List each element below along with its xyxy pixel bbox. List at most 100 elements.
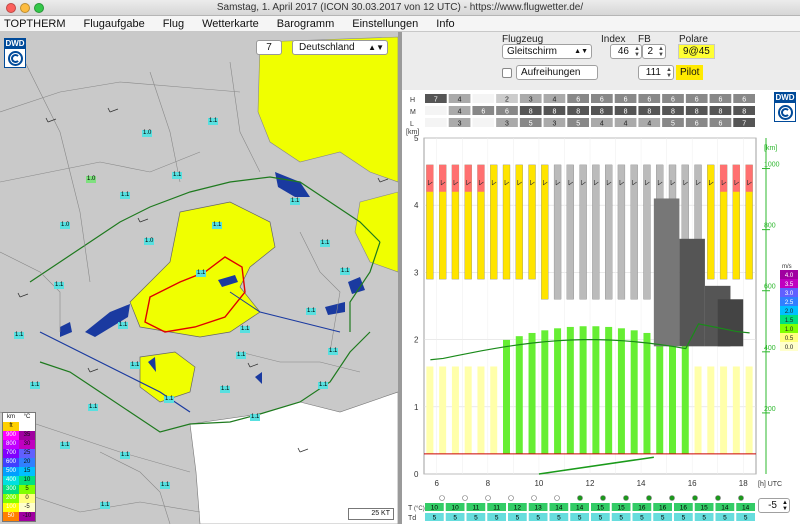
map-value-box: 1.1 bbox=[290, 198, 301, 205]
menu-toptherm[interactable]: TOPTHERM bbox=[4, 18, 66, 30]
cloud-cell-value: 6 bbox=[576, 97, 580, 104]
thermal-bar bbox=[617, 328, 625, 454]
cloud-cell-value: 4 bbox=[647, 121, 651, 128]
cloud-cell-value: 4 bbox=[624, 121, 628, 128]
flight-forecast-panel: Flugzeug Index FB Polare Gleitschirm ▲▼ … bbox=[402, 32, 800, 524]
map-value-box: 1.1 bbox=[320, 240, 331, 247]
aufreihungen-checkbox[interactable] bbox=[502, 68, 512, 78]
index-stepper[interactable]: 46 ▲ ▼ bbox=[610, 44, 642, 59]
temperature-row-label: T bbox=[408, 505, 413, 512]
warning-cell bbox=[477, 164, 485, 192]
fb-stepper[interactable]: 2 ▲ ▼ bbox=[642, 44, 666, 59]
thermal-bar bbox=[732, 366, 740, 454]
legend-temp-value: 5 bbox=[19, 485, 35, 494]
offset-stepper[interactable]: -5 ▲ ▼ bbox=[758, 498, 790, 513]
flugzeug-select[interactable]: Gleitschirm ▲▼ bbox=[502, 44, 592, 59]
stepper-arrows-icon[interactable]: ▲ ▼ bbox=[634, 46, 640, 58]
stepper-arrows-icon[interactable]: ▲ ▼ bbox=[666, 67, 672, 79]
polare-value[interactable]: 9@45 bbox=[678, 44, 715, 59]
zoom-window-icon[interactable] bbox=[34, 3, 44, 13]
dewpoint-value: 5 bbox=[536, 515, 540, 522]
weather-map-panel[interactable]: 1.1 1.0 1.0 1.1 1.1 1.0 1.1 1.0 1.1 1.1 … bbox=[0, 32, 398, 524]
forecast-column bbox=[579, 164, 587, 300]
cloud-cell-value: 8 bbox=[624, 109, 628, 116]
cloud-cell-value: 3 bbox=[505, 121, 509, 128]
cloud-cell-value: 6 bbox=[695, 121, 699, 128]
cloud-cell-value: 8 bbox=[671, 109, 675, 116]
legend-temp-value: -5 bbox=[19, 503, 35, 512]
weather-symbol bbox=[439, 495, 445, 501]
thermal-bar bbox=[490, 366, 498, 454]
zoom-select[interactable]: 7 bbox=[256, 40, 282, 55]
thermal-bar bbox=[566, 326, 574, 454]
menu-info[interactable]: Info bbox=[436, 18, 454, 30]
x-tick: 12 bbox=[586, 479, 595, 488]
y-right-tick: 200 bbox=[764, 406, 776, 413]
map-value-box: 1.1 bbox=[54, 282, 65, 289]
map-value-box: 1.1 bbox=[196, 270, 207, 277]
weather-map[interactable] bbox=[0, 32, 398, 524]
temperature-value: 14 bbox=[555, 505, 563, 512]
window-title: Samstag, 1. April 2017 (ICON 30.03.2017 … bbox=[216, 2, 584, 13]
legend-row: 700 25 bbox=[3, 449, 35, 458]
menu-flugaufgabe[interactable]: Flugaufgabe bbox=[84, 18, 145, 30]
y-right-tick: 1000 bbox=[764, 162, 780, 169]
cloud-cell bbox=[425, 106, 447, 115]
map-value-box: 1.0 bbox=[144, 238, 155, 245]
legend-row: 500 15 bbox=[3, 467, 35, 476]
weather-symbol bbox=[738, 495, 744, 501]
menu-einstellungen[interactable]: Einstellungen bbox=[352, 18, 418, 30]
y-right-label: [km] bbox=[764, 145, 777, 152]
temperature-value: 15 bbox=[597, 505, 605, 512]
legend-row: 900 35 bbox=[3, 431, 35, 440]
thermal-bar bbox=[426, 366, 434, 454]
dewpoint-value: 5 bbox=[599, 515, 603, 522]
forecast-column bbox=[553, 164, 562, 300]
legend-row: 800 30 bbox=[3, 440, 35, 449]
map-value-box: 1.0 bbox=[142, 130, 153, 137]
legend-row: 300 5 bbox=[3, 485, 35, 494]
vspeed-value: 3.5 bbox=[785, 282, 794, 288]
map-value-box: 1.1 bbox=[250, 414, 261, 421]
menu-flug[interactable]: Flug bbox=[163, 18, 184, 30]
weather-symbol bbox=[623, 495, 629, 501]
menu-barogramm[interactable]: Barogramm bbox=[277, 18, 334, 30]
legend-temp-value: 25 bbox=[19, 449, 35, 458]
cloud-cell-value: 4 bbox=[600, 121, 604, 128]
minimize-window-icon[interactable] bbox=[20, 3, 30, 13]
warning-cell bbox=[464, 164, 472, 192]
x-tick: 18 bbox=[739, 479, 748, 488]
map-value-box: 1.1 bbox=[340, 268, 351, 275]
stepper-arrows-icon[interactable]: ▲ ▼ bbox=[782, 500, 788, 512]
dewpoint-value: 5 bbox=[744, 515, 748, 522]
temperature-unit: (°C) bbox=[414, 506, 425, 512]
temperature-value: 16 bbox=[659, 505, 667, 512]
dewpoint-value: 5 bbox=[495, 515, 499, 522]
thermal-bar bbox=[720, 366, 728, 454]
map-value-box: 1.1 bbox=[318, 382, 329, 389]
cloud-row-label: L bbox=[410, 121, 414, 128]
aufreihungen-field[interactable]: Aufreihungen bbox=[516, 65, 598, 80]
thermal-bar bbox=[605, 326, 613, 454]
close-window-icon[interactable] bbox=[6, 3, 16, 13]
cumulus-tower bbox=[679, 238, 705, 347]
menu-wetterkarte[interactable]: Wetterkarte bbox=[202, 18, 259, 30]
temperature-value: 14 bbox=[576, 505, 584, 512]
region-select[interactable]: Deutschland ▲▼ bbox=[292, 40, 388, 55]
map-value-box: 1.1 bbox=[60, 442, 71, 449]
pilot-weight-stepper[interactable]: 111 ▲ ▼ bbox=[638, 65, 674, 80]
map-value-box: 1.1 bbox=[160, 482, 171, 489]
stepper-arrows-icon[interactable]: ▲ ▼ bbox=[658, 46, 664, 58]
vspeed-value: 4.0 bbox=[785, 273, 794, 279]
dewpoint-value: 5 bbox=[702, 515, 706, 522]
cumulus-tower bbox=[717, 299, 744, 347]
legend-ft-value: 600 bbox=[3, 458, 19, 467]
map-value-box: 1.1 bbox=[208, 118, 219, 125]
thermal-bar bbox=[554, 328, 562, 454]
legend-ft-value: 50 bbox=[3, 512, 19, 521]
cloud-cell-value: 8 bbox=[529, 109, 533, 116]
temperature-value: 11 bbox=[473, 505, 480, 512]
weather-symbol bbox=[669, 495, 675, 501]
pilot-button[interactable]: Pilot bbox=[676, 65, 704, 80]
legend-ft-value: 400 bbox=[3, 476, 19, 485]
